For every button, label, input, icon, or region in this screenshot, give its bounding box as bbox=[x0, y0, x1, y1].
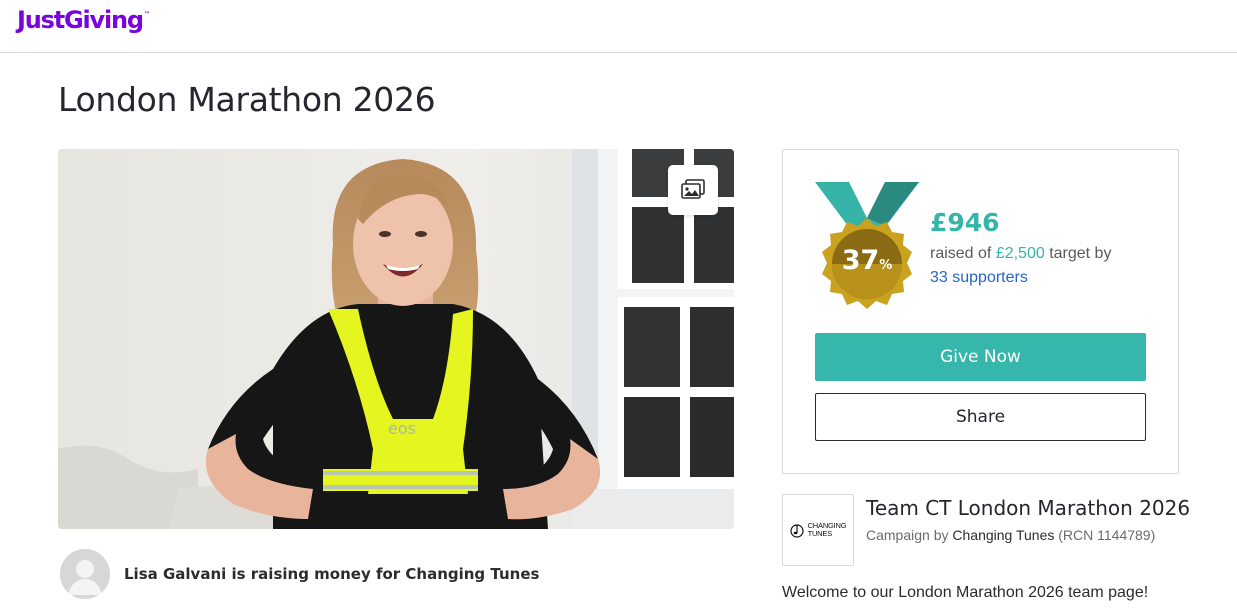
fundraiser-info: Lisa Galvani is raising money for Changi… bbox=[58, 549, 539, 599]
raised-prefix: raised of bbox=[930, 245, 996, 262]
team-logo-text: CHANGING TUNES bbox=[808, 522, 847, 538]
target-amount: £2,500 bbox=[995, 245, 1045, 262]
give-now-button[interactable]: Give Now bbox=[815, 333, 1146, 381]
justgiving-logo[interactable]: JustGiving™ bbox=[17, 6, 150, 34]
donation-card: 37% £946 raised of £2,500 target by 33 s… bbox=[782, 149, 1179, 474]
fundraiser-photo: eos bbox=[58, 149, 734, 529]
music-note-icon bbox=[789, 524, 804, 538]
amount-raised: £946 bbox=[930, 208, 1000, 237]
team-title[interactable]: Team CT London Marathon 2026 bbox=[866, 496, 1190, 520]
top-header: JustGiving™ bbox=[0, 0, 1237, 53]
share-button[interactable]: Share bbox=[815, 393, 1146, 441]
supporters-link[interactable]: 33 supporters bbox=[930, 269, 1028, 287]
medal-percent-value: 37 bbox=[841, 245, 880, 276]
gallery-button[interactable] bbox=[668, 165, 718, 215]
campaign-prefix: Campaign by bbox=[866, 527, 953, 543]
svg-text:eos: eos bbox=[388, 419, 416, 438]
logo-text: JustGiving bbox=[17, 6, 144, 34]
team-logo-line2: TUNES bbox=[807, 529, 833, 538]
charity-rcn: (RCN 1144789) bbox=[1054, 527, 1156, 543]
team-logo[interactable]: CHANGING TUNES bbox=[782, 494, 854, 566]
logo-trademark: ™ bbox=[143, 11, 150, 18]
raised-suffix: target by bbox=[1044, 245, 1112, 262]
avatar[interactable] bbox=[60, 549, 110, 599]
welcome-text: Welcome to our London Marathon 2026 team… bbox=[782, 584, 1149, 601]
gallery-icon bbox=[681, 179, 705, 199]
page-title: London Marathon 2026 bbox=[58, 80, 436, 119]
avatar-placeholder-icon bbox=[60, 549, 110, 599]
medal-percent-sign: % bbox=[879, 258, 893, 273]
raised-summary: raised of £2,500 target by bbox=[930, 245, 1111, 263]
photo-illustration: eos bbox=[58, 149, 734, 529]
fundraiser-text: Lisa Galvani is raising money for Changi… bbox=[124, 565, 540, 583]
charity-name[interactable]: Changing Tunes bbox=[952, 527, 1054, 543]
medal-percent: 37% bbox=[815, 245, 919, 276]
campaign-by: Campaign by Changing Tunes (RCN 1144789) bbox=[866, 527, 1155, 543]
